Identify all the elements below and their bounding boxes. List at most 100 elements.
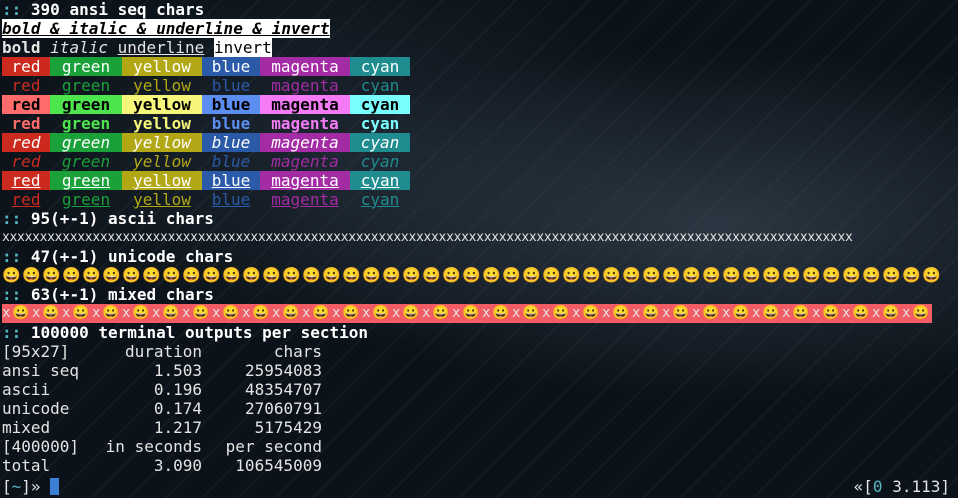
mixed-x: x	[512, 305, 521, 321]
terminal[interactable]: :: 390 ansi seq chars bold & italic & un…	[2, 0, 958, 498]
rprompt-open: «[	[853, 477, 873, 496]
color-cell-yellow: yellow	[122, 57, 202, 76]
mixed-x: x	[422, 305, 431, 321]
styles-combined-line: bold & italic & underline & invert	[2, 19, 958, 38]
underline-text: underline	[117, 38, 205, 57]
smiley-icon: 😀	[522, 266, 541, 284]
color-cell-blue: blue	[202, 133, 260, 152]
section-header-unicode: :: 47(+-1) unicode chars	[2, 247, 958, 266]
mixed-x: x	[872, 305, 881, 321]
smiley-icon: 😀	[842, 266, 861, 284]
unicode-chars-line: 😀 😀 😀 😀 😀 😀 😀 😀 😀 😀 😀 😀 😀 😀 😀 😀 😀 😀 😀 😀 😀 😀 😀 😀 😀 😀 😀 😀 😀 😀 😀 😀 😀 😀 😀 😀 😀 😀 😀 😀…	[2, 266, 958, 285]
color-cell-red: red	[11, 114, 41, 133]
smiley-icon: 😀	[102, 305, 120, 321]
color-cell-red: red	[2, 57, 50, 76]
cursor[interactable]	[50, 478, 60, 495]
smiley-icon: 😀	[802, 266, 821, 284]
smiley-icon: 😀	[622, 266, 641, 284]
smiley-icon: 😀	[522, 305, 540, 321]
stat-cell: total	[2, 456, 51, 475]
smiley-icon: 😀	[282, 305, 300, 321]
smiley-icon: 😀	[142, 266, 161, 284]
smiley-icon: 😀	[672, 305, 690, 321]
stats-total-row: total 3.090 106545009	[2, 456, 958, 475]
color-cell-yellow: yellow	[122, 95, 202, 114]
color-cell-magenta: magenta	[260, 95, 350, 114]
color-cell-red: red	[11, 152, 41, 171]
smiley-icon: 😀	[42, 305, 60, 321]
stat-cell: 106545009	[235, 456, 322, 475]
smiley-icon: 😀	[732, 305, 750, 321]
stat-cell: 48354707	[244, 380, 322, 399]
stat-cell: 0.174	[153, 399, 202, 418]
smiley-icon: 😀	[382, 266, 401, 284]
smiley-icon: 😀	[902, 266, 921, 284]
section-header-ansi: :: 390 ansi seq chars	[2, 0, 958, 19]
smiley-icon: 😀	[72, 305, 90, 321]
mixed-x: x	[32, 305, 41, 321]
stat-cell: ansi seq	[2, 361, 80, 380]
mixed-x: x	[902, 305, 911, 321]
mixed-chars: x 😀 x 😀 x 😀 x 😀 x 😀 x 😀 x 😀 x 😀 x 😀 x 😀 x 😀 x 😀 x 😀 x 😀 x 😀 x 😀 x 😀 x 😀 x 😀 x 😀…	[2, 304, 932, 323]
smiley-icon: 😀	[492, 305, 510, 321]
color-cell-magenta: magenta	[260, 57, 350, 76]
color-cell-red: red	[11, 76, 41, 95]
mixed-x: x	[272, 305, 281, 321]
section-header-ascii: :: 95(+-1) ascii chars	[2, 209, 958, 228]
smiley-icon: 😀	[502, 266, 521, 284]
shell-prompt[interactable]: [~]»	[2, 477, 60, 496]
stat-cell: chars	[273, 342, 322, 361]
smiley-icon: 😀	[162, 266, 181, 284]
stat-cell: in seconds	[105, 437, 202, 456]
smiley-icon: 😀	[402, 266, 421, 284]
smiley-icon: 😀	[742, 266, 761, 284]
section-header-mixed: :: 63(+-1) mixed chars	[2, 285, 958, 304]
smiley-icon: 😀	[822, 266, 841, 284]
header-prefix: ::	[2, 247, 22, 266]
smiley-icon: 😀	[642, 266, 661, 284]
stat-cell: unicode	[2, 399, 70, 418]
right-prompt: «[0 3.113]	[854, 477, 950, 496]
stat-cell: [400000]	[2, 437, 80, 456]
color-cell-blue: blue	[211, 152, 251, 171]
mixed-x: x	[542, 305, 551, 321]
smiley-icon: 😀	[542, 266, 561, 284]
stat-cell: 0.196	[153, 380, 202, 399]
smiley-icon: 😀	[362, 266, 381, 284]
smiley-icon: 😀	[402, 305, 420, 321]
stats-row: unicode 0.174 27060791	[2, 399, 958, 418]
color-cell-blue: blue	[202, 57, 260, 76]
header-text: 63(+-1) mixed chars	[30, 285, 214, 304]
smiley-icon: 😀	[862, 266, 881, 284]
stat-cell: ascii	[2, 380, 51, 399]
header-text: 100000 terminal outputs per section	[30, 323, 369, 342]
color-cell-yellow: yellow	[133, 76, 191, 95]
header-prefix: ::	[2, 285, 22, 304]
header-prefix: ::	[2, 0, 22, 19]
smiley-icon: 😀	[102, 266, 121, 284]
stat-cell: [95x27]	[2, 342, 70, 361]
color-cell-blue: blue	[211, 76, 251, 95]
smiley-icon: 😀	[22, 266, 41, 284]
color-cell-blue: blue	[211, 190, 251, 209]
smiley-icon: 😀	[852, 305, 870, 321]
mixed-x: x	[2, 305, 11, 321]
smiley-icon: 😀	[202, 266, 221, 284]
color-cell-cyan: cyan	[360, 114, 400, 133]
smiley-icon: 😀	[702, 266, 721, 284]
mixed-chars-line: x 😀 x 😀 x 😀 x 😀 x 😀 x 😀 x 😀 x 😀 x 😀 x 😀 x 😀 x 😀 x 😀 x 😀 x 😀 x 😀 x 😀 x 😀 x 😀 x 😀…	[2, 304, 958, 323]
ascii-chars: xxxxxxxxxxxxxxxxxxxxxxxxxxxxxxxxxxxxxxxx…	[2, 230, 853, 245]
color-cell-green: green	[50, 95, 122, 114]
smiley-icon: 😀	[12, 305, 30, 321]
color-cell-yellow: yellow	[133, 152, 191, 171]
prompt-cwd: ~	[11, 477, 22, 496]
smiley-icon: 😀	[662, 266, 681, 284]
mixed-x: x	[92, 305, 101, 321]
mixed-x: x	[302, 305, 311, 321]
smiley-icon: 😀	[882, 305, 900, 321]
mixed-x: x	[212, 305, 221, 321]
smiley-icon: 😀	[372, 305, 390, 321]
stat-cell: 5175429	[254, 418, 322, 437]
color-cell-yellow: yellow	[133, 190, 191, 209]
smiley-icon: 😀	[612, 305, 630, 321]
